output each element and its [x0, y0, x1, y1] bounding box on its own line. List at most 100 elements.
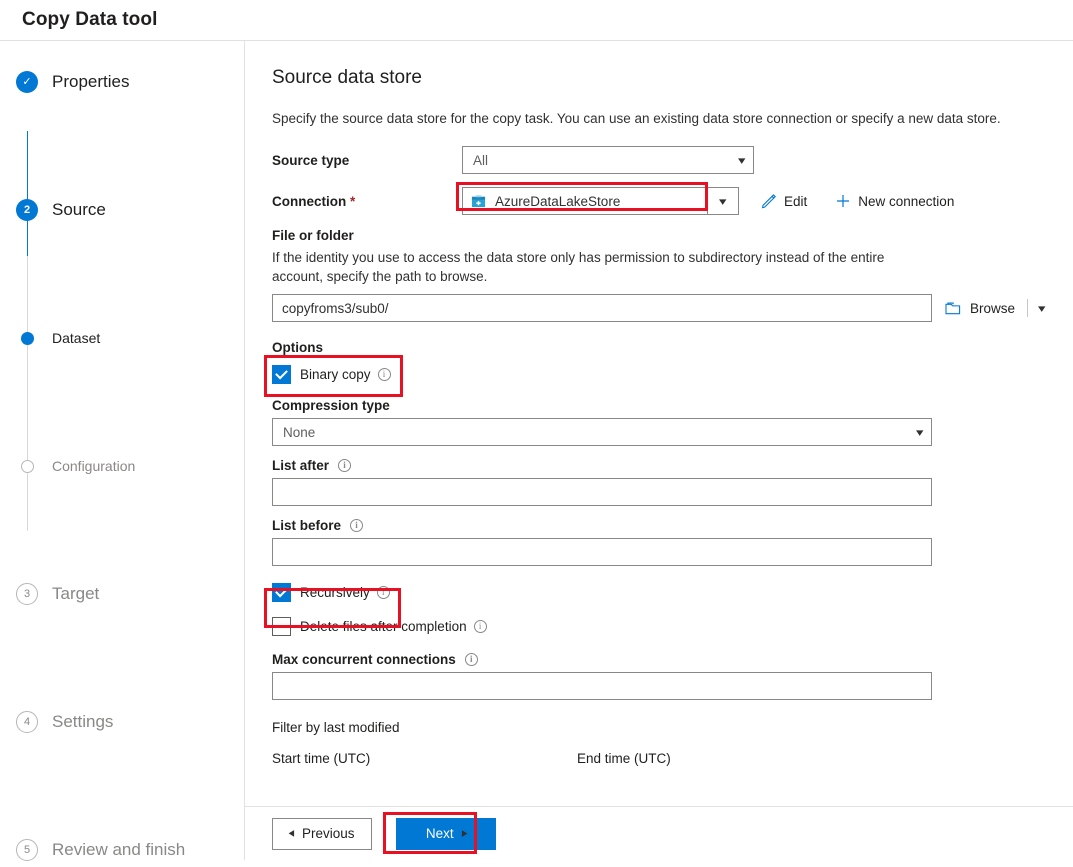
recursively-label: Recursively [300, 584, 370, 600]
sidebar-item-target[interactable]: 3 Target [0, 577, 244, 611]
source-type-value: All [473, 152, 489, 168]
delete-files-checkbox[interactable] [272, 616, 291, 636]
list-before-label: List before i [272, 518, 1045, 533]
data-store-icon [471, 194, 486, 209]
plus-icon [835, 193, 851, 209]
sidebar-item-configuration[interactable]: Configuration [0, 449, 244, 483]
step-dot-icon [16, 327, 38, 349]
sidebar-item-label: Properties [52, 72, 130, 91]
previous-button[interactable]: ▾ Previous [272, 817, 372, 850]
connection-label-text: Connection [272, 193, 347, 209]
sidebar-item-settings[interactable]: 4 Settings [0, 705, 244, 739]
new-connection-label: New connection [858, 193, 955, 209]
options-label: Options [272, 340, 323, 355]
step-number-icon: 3 [16, 583, 38, 605]
new-connection-button[interactable]: New connection [835, 193, 954, 209]
info-icon[interactable]: i [338, 459, 352, 472]
sidebar-item-label: Dataset [52, 330, 101, 346]
file-or-folder-value: copyfroms3/sub0/ [282, 300, 389, 316]
step-number-icon: 5 [16, 839, 38, 861]
compression-type-value: None [283, 424, 316, 440]
step-number-icon: 2 [16, 199, 38, 221]
sidebar-item-label: Source [52, 200, 106, 219]
connection-select[interactable]: AzureDataLakeStore [462, 187, 707, 215]
info-icon[interactable]: i [377, 367, 391, 381]
compression-type-select[interactable]: None ▾ [272, 418, 932, 446]
connection-label: Connection * [272, 194, 462, 209]
step-complete-icon: ✓ [16, 71, 38, 93]
sidebar-item-review-and-finish[interactable]: 5 Review and finish [0, 833, 244, 867]
file-or-folder-section: File or folder If the identity you use t… [272, 228, 1046, 322]
max-concurrent-connections-label: Max concurrent connections i [272, 652, 1045, 667]
delete-files-row[interactable]: Delete files after completion i [272, 614, 1045, 638]
binary-copy-label: Binary copy [300, 366, 371, 382]
list-before-input[interactable] [272, 538, 932, 566]
connection-row: Connection * AzureDataLakeStore ▾ Edit N… [272, 187, 1045, 215]
sidebar-item-label: Settings [52, 712, 114, 731]
info-icon[interactable]: i [473, 619, 487, 633]
file-or-folder-help: If the identity you use to access the da… [272, 250, 885, 284]
chevron-right-icon: ▾ [457, 830, 470, 837]
wizard-footer: ▾ Previous Next ▾ [245, 806, 1073, 860]
sidebar-item-label: Review and finish [52, 840, 186, 859]
next-label: Next [425, 826, 454, 841]
start-time-label: Start time (UTC) [272, 751, 371, 766]
pencil-icon [761, 193, 777, 209]
sidebar-item-properties[interactable]: ✓ Properties [0, 65, 244, 99]
filter-by-last-modified-title: Filter by last modified [272, 720, 400, 735]
file-or-folder-input[interactable]: copyfroms3/sub0/ [272, 294, 932, 322]
info-icon[interactable]: i [350, 519, 364, 532]
step-number-icon: 4 [16, 711, 38, 733]
info-icon[interactable]: i [376, 585, 390, 599]
max-concurrent-connections-input[interactable] [272, 672, 932, 700]
connection-value: AzureDataLakeStore [495, 193, 621, 209]
edit-connection-label: Edit [784, 193, 808, 209]
app-header: Copy Data tool [0, 0, 1073, 41]
source-type-row: Source type All ▾ [272, 146, 1045, 174]
chevron-left-icon: ▾ [285, 830, 298, 837]
previous-label: Previous [302, 826, 355, 841]
folder-icon [945, 301, 962, 316]
file-or-folder-row: copyfroms3/sub0/ Browse ▾ [272, 294, 1046, 322]
source-type-label: Source type [272, 152, 350, 168]
browse-button[interactable]: Browse ▾ [945, 299, 1046, 317]
sidebar-item-label: Target [52, 584, 100, 603]
compression-type-label-text: Compression type [272, 398, 390, 413]
list-after-label-text: List after [272, 458, 330, 473]
end-time-label: End time (UTC) [577, 751, 671, 766]
filter-time-row: Start time (UTC) End time (UTC) [272, 751, 1045, 766]
edit-connection-button[interactable]: Edit [761, 193, 807, 209]
list-before-label-text: List before [272, 518, 342, 533]
chevron-down-icon: ▾ [916, 426, 924, 439]
step-hollow-dot-icon [16, 455, 38, 477]
page-title: Source data store [272, 67, 422, 88]
sidebar-item-dataset[interactable]: Dataset [0, 321, 244, 355]
max-concurrent-connections-label-text: Max concurrent connections [272, 652, 456, 667]
info-icon[interactable]: i [464, 653, 478, 666]
wizard-step-list: ✓ Properties 2 Source Dataset Configurat… [0, 65, 244, 867]
main-content: Source data store Specify the source dat… [245, 41, 1073, 806]
chevron-down-icon: ▾ [738, 154, 746, 167]
chevron-down-icon: ▾ [719, 195, 727, 208]
next-button[interactable]: Next ▾ [396, 817, 496, 850]
app-title: Copy Data tool [22, 9, 158, 30]
list-after-input[interactable] [272, 478, 932, 506]
connection-control: AzureDataLakeStore ▾ Edit New connection [462, 187, 954, 215]
connection-dropdown-toggle[interactable]: ▾ [707, 187, 739, 215]
wizard-sidebar: ✓ Properties 2 Source Dataset Configurat… [0, 41, 245, 861]
list-after-label: List after i [272, 458, 1045, 473]
sidebar-item-label: Configuration [52, 458, 136, 474]
recursively-checkbox[interactable] [272, 582, 291, 602]
connection-actions: Edit New connection [761, 193, 954, 209]
sidebar-item-source[interactable]: 2 Source [0, 193, 244, 227]
divider [1027, 299, 1029, 317]
main-panel: Source data store Specify the source dat… [245, 41, 1073, 860]
browse-label: Browse [970, 300, 1016, 316]
source-type-select[interactable]: All ▾ [462, 146, 754, 174]
binary-copy-checkbox[interactable] [272, 364, 291, 384]
chevron-down-icon[interactable]: ▾ [1038, 302, 1045, 315]
recursively-row[interactable]: Recursively i [272, 580, 1045, 604]
delete-files-label: Delete files after completion [300, 618, 467, 634]
binary-copy-row[interactable]: Binary copy i [272, 362, 1045, 386]
required-marker: * [350, 193, 356, 209]
